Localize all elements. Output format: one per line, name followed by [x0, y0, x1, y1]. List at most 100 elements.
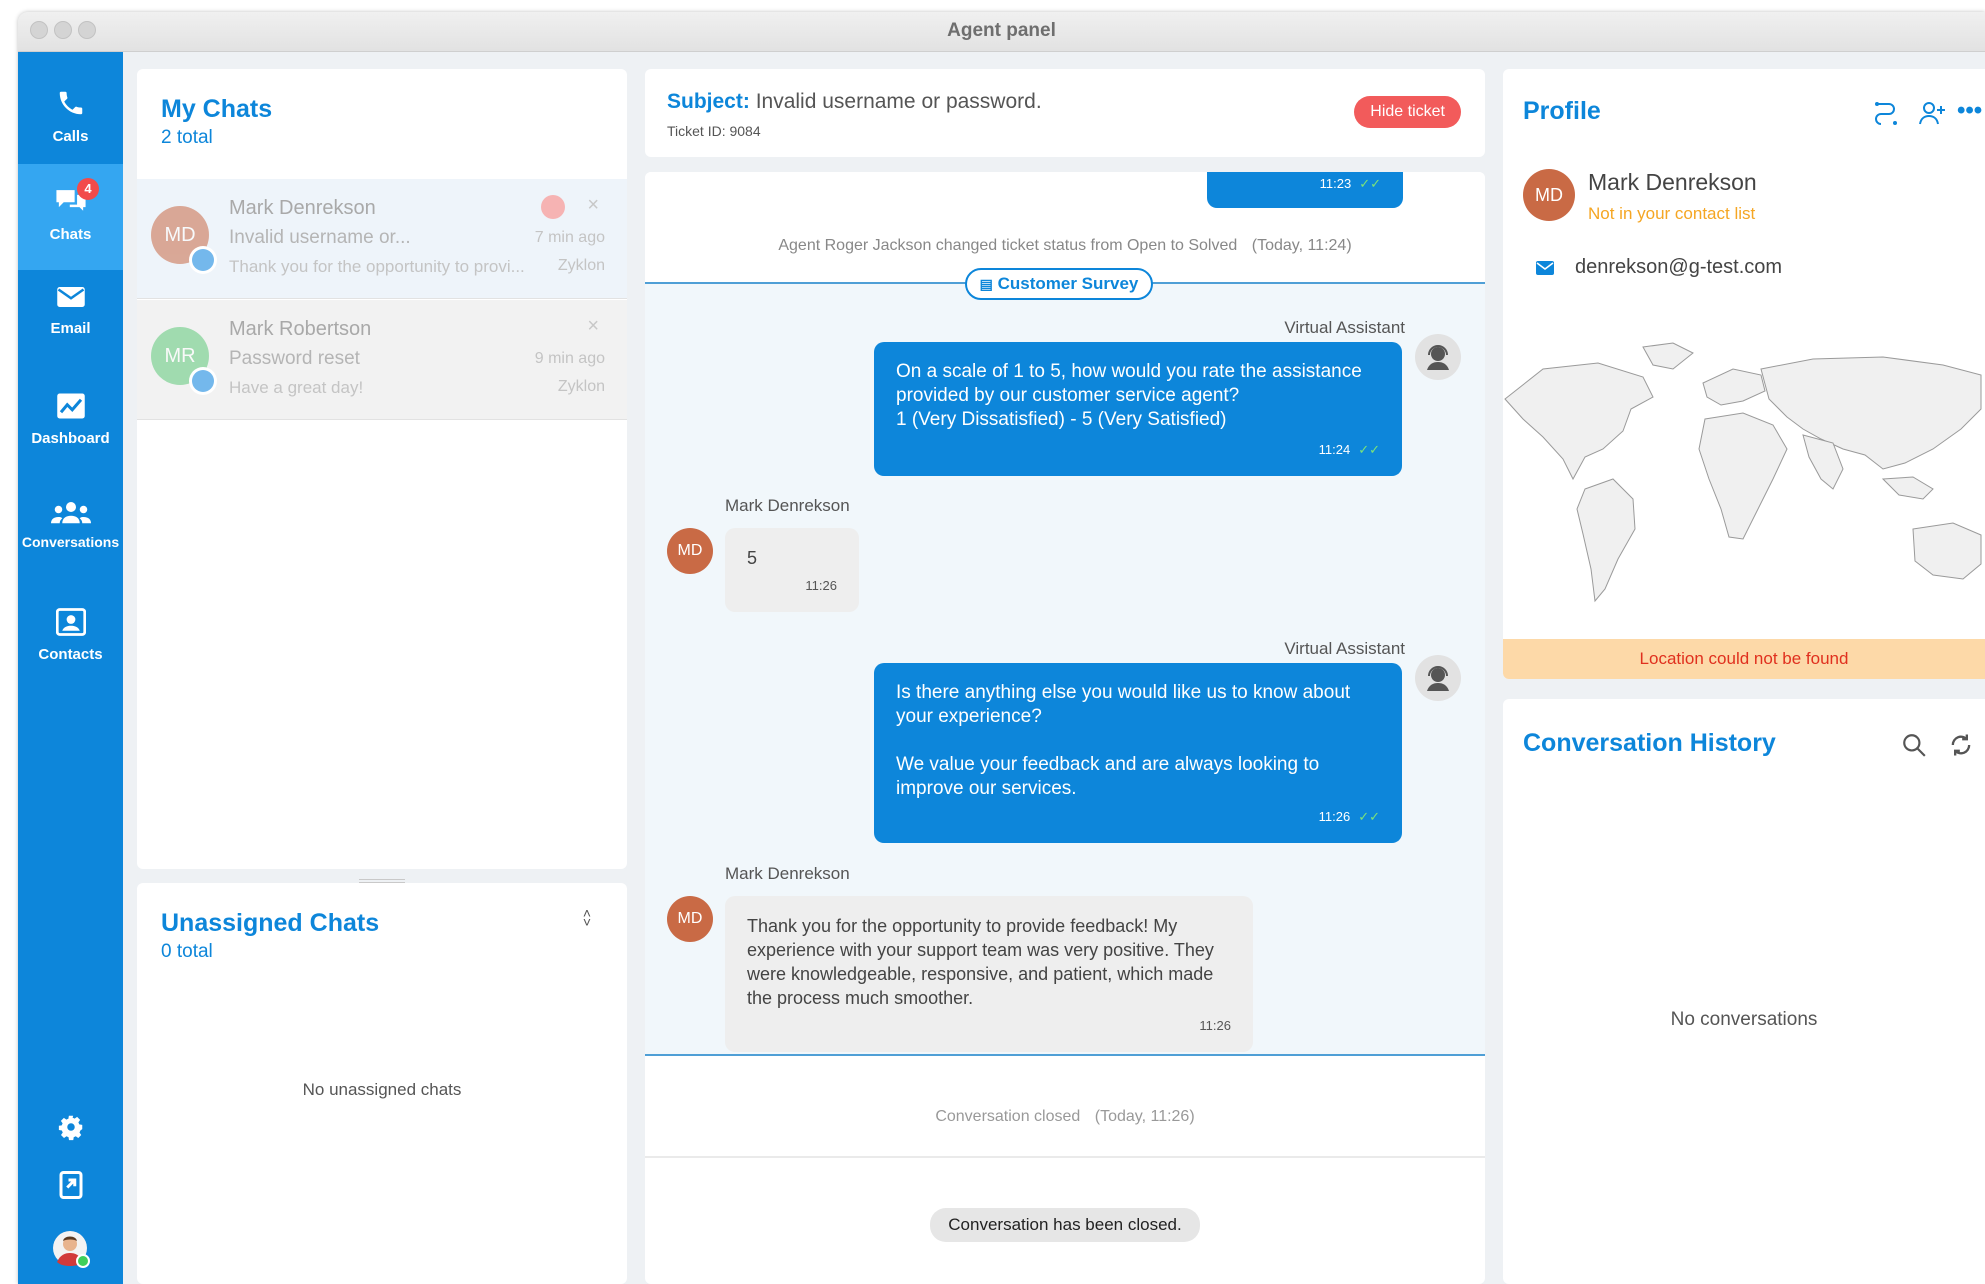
message-sender: Virtual Assistant	[1284, 639, 1405, 658]
settings-button[interactable]	[18, 1112, 123, 1147]
divider	[645, 1156, 1485, 1158]
nav-item-dashboard[interactable]: Dashboard	[18, 384, 123, 490]
close-chat-button[interactable]: ×	[587, 194, 599, 217]
avatar: MD	[667, 896, 713, 942]
subject-text: Invalid username or password.	[755, 90, 1042, 113]
nav-label-calls: Calls	[52, 128, 89, 145]
nav-item-chats[interactable]: 4 Chats	[18, 164, 123, 270]
message-time: 11:24	[1318, 442, 1351, 457]
title-bar: Agent panel	[18, 12, 1985, 52]
phone-icon	[59, 91, 82, 115]
conversation-panel: 11:23 ✓✓ Agent Roger Jackson changed tick…	[645, 172, 1485, 1284]
agent-message-bubble: On a scale of 1 to 5, how would you rate…	[874, 342, 1402, 476]
chat-subject: Password reset	[229, 348, 360, 369]
chat-time: 7 min ago	[534, 229, 605, 246]
people-group-icon	[50, 502, 91, 524]
conversation-closed-event: Conversation closed (Today, 11:26)	[645, 1108, 1485, 1126]
customer-survey-tag: ▤ Customer Survey	[965, 268, 1153, 300]
nav-label-conversations: Conversations	[21, 534, 120, 550]
status-change-event: Agent Roger Jackson changed ticket statu…	[645, 237, 1485, 255]
conversation-closed-pill: Conversation has been closed.	[930, 1208, 1200, 1242]
message-time: 11:26	[805, 578, 837, 593]
profile-name: Mark Denrekson	[1588, 169, 1757, 195]
envelope-icon	[56, 287, 85, 307]
customer-message-bubble: 5 11:26	[725, 528, 859, 612]
chat-channel-icon	[189, 367, 217, 395]
message-time: 11:26	[1199, 1018, 1231, 1033]
customer-message-bubble: Thank you for the opportunity to provide…	[725, 896, 1253, 1052]
chat-contact-name: Mark Robertson	[229, 318, 372, 340]
nav-item-contacts[interactable]: Contacts	[18, 604, 123, 710]
ticket-id: Ticket ID: 9084	[667, 123, 761, 139]
unassigned-empty-text: No unassigned chats	[302, 1080, 462, 1099]
more-options-icon[interactable]: •••	[1957, 97, 1982, 125]
virtual-assistant-avatar	[1415, 334, 1461, 380]
conversation-top-area: 11:23 ✓✓ Agent Roger Jackson changed tick…	[645, 172, 1485, 282]
location-error-banner: Location could not be found	[1503, 639, 1985, 679]
chat-list-item[interactable]: MD Mark Denrekson Invalid username or...…	[137, 179, 627, 299]
message-sender: Mark Denrekson	[725, 496, 850, 515]
unassigned-chats-panel: Unassigned Chats 0 total ˄ ˅ No unassigne…	[137, 883, 627, 1284]
nav-label-dashboard: Dashboard	[31, 430, 110, 447]
hide-ticket-button[interactable]: Hide ticket	[1354, 96, 1461, 128]
my-chats-title: My Chats	[161, 95, 273, 123]
agent-message-bubble: Is there anything else you would like us…	[874, 663, 1402, 843]
unassigned-title: Unassigned Chats	[161, 909, 380, 937]
transfer-icon[interactable]	[1873, 101, 1901, 127]
ticket-subject: Subject: Invalid username or password.	[667, 90, 1042, 114]
history-title: Conversation History	[1523, 729, 1776, 757]
chat-contact-name: Mark Denrekson	[229, 197, 376, 219]
message-time: 11:26	[1318, 809, 1351, 824]
avatar: MD	[667, 528, 713, 574]
gear-icon	[58, 1115, 82, 1141]
closed-event-text: Conversation closed	[935, 1108, 1081, 1125]
message-text: On a scale of 1 to 5, how would you rate…	[896, 361, 1362, 430]
closed-event-time: (Today, 11:26)	[1094, 1108, 1195, 1125]
contact-card-icon	[55, 608, 86, 636]
agent-avatar-icon	[52, 1231, 90, 1268]
chat-time: 9 min ago	[534, 350, 605, 367]
chat-channel-icon	[189, 246, 217, 274]
user-avatar[interactable]	[18, 1230, 123, 1273]
bot-headset-icon	[1427, 345, 1449, 370]
world-map	[1504, 342, 1982, 603]
profile-email[interactable]: denrekson@g-test.com	[1575, 256, 1782, 279]
history-empty-text: No conversations	[1670, 1009, 1818, 1030]
closed-pill-row: Conversation has been closed.	[645, 1208, 1485, 1242]
chat-source: Zyklon	[557, 257, 605, 274]
agent-message-bubble: 11:23 ✓✓	[1207, 172, 1403, 208]
nav-label-chats: Chats	[49, 226, 92, 243]
message-text: Thank you for the opportunity to provide…	[747, 916, 1214, 1008]
refresh-icon[interactable]	[1947, 731, 1975, 759]
nav-label-email: Email	[50, 320, 91, 337]
chat-source: Zyklon	[557, 378, 605, 395]
message-text: 5	[747, 548, 758, 568]
main-nav: Calls 4 Chats Email Dashboard Conversati…	[18, 52, 123, 1284]
message-sender: Virtual Assistant	[1284, 318, 1405, 337]
status-event-time: (Today, 11:24)	[1251, 237, 1352, 254]
email-icon	[1536, 261, 1554, 275]
contact-status: Not in your contact list	[1588, 204, 1756, 223]
chat-last-message: Have a great day!	[229, 378, 364, 397]
close-chat-button[interactable]: ×	[587, 315, 599, 338]
survey-label: Customer Survey	[997, 274, 1139, 293]
add-contact-icon[interactable]	[1919, 100, 1947, 126]
ticket-header: Subject: Invalid username or password. T…	[645, 69, 1485, 157]
survey-section: ▤ Customer Survey Virtual Assistant On a…	[645, 268, 1485, 1056]
nav-item-email[interactable]: Email	[18, 274, 123, 380]
logout-button[interactable]	[18, 1170, 123, 1205]
window-title: Agent panel	[947, 20, 1056, 41]
message-sender: Mark Denrekson	[725, 864, 850, 883]
unassigned-total: 0 total	[161, 941, 213, 962]
search-icon[interactable]	[1901, 732, 1927, 758]
nav-item-conversations[interactable]: Conversations	[18, 494, 123, 600]
unread-dot	[541, 195, 565, 219]
collapse-icon[interactable]: ˄ ˅	[583, 906, 591, 929]
avatar: MD	[1523, 169, 1575, 221]
my-chats-panel: My Chats 2 total MD Mark Denrekson Inval…	[137, 69, 627, 883]
subject-label: Subject:	[667, 90, 750, 113]
chat-list-item[interactable]: MR Mark Robertson Password reset Have a …	[137, 300, 627, 420]
profile-panel: Profile ••• MD Mark Denrekson Not in you…	[1503, 69, 1985, 679]
message-text: Is there anything else you would like us…	[896, 682, 1351, 799]
logout-icon	[59, 1171, 82, 1199]
